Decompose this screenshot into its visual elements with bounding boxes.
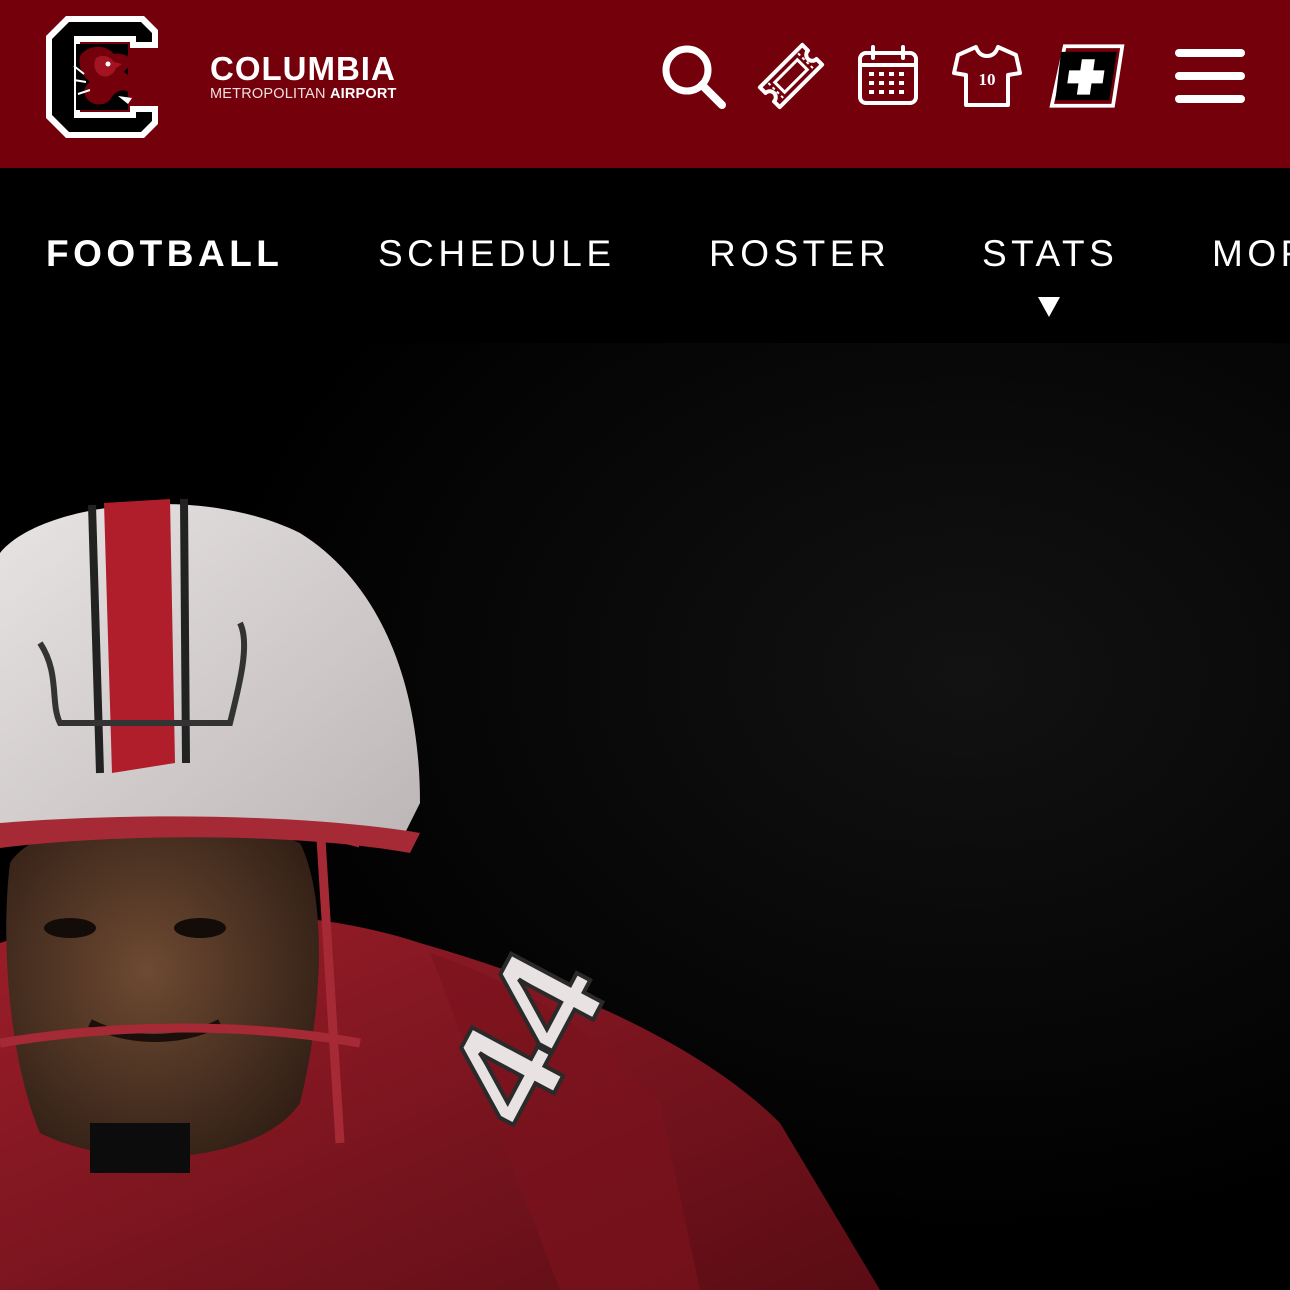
calendar-icon	[858, 45, 918, 105]
search-button[interactable]	[654, 36, 732, 116]
nav-roster[interactable]: ROSTER	[709, 232, 890, 276]
nav-football[interactable]: FOOTBALL	[46, 232, 283, 276]
calendar-button[interactable]	[849, 36, 927, 116]
jersey-icon: 10	[952, 45, 1022, 107]
sponsor-name: COLUMBIA	[210, 50, 396, 87]
ticket-icon	[757, 42, 825, 110]
sponsor-subtitle: METROPOLITAN AIRPORT	[210, 86, 397, 102]
shop-button[interactable]: 10	[948, 36, 1026, 116]
sponsor-logo[interactable]: COLUMBIA METROPOLITAN AIRPORT	[210, 50, 397, 103]
jersey-number: 10	[979, 70, 996, 89]
hero-player-photo: 44	[0, 343, 1290, 1290]
sponsor-sub-bold: AIRPORT	[329, 86, 397, 102]
menu-icon	[1175, 49, 1245, 103]
player-face	[6, 818, 319, 1157]
tickets-button[interactable]	[752, 36, 830, 116]
nav-stats[interactable]: STATS	[982, 232, 1118, 276]
chevron-down-icon[interactable]	[1037, 296, 1061, 318]
sponsor-sub-light: METROPOLITAN	[210, 86, 326, 102]
gamecock-c-logo[interactable]	[44, 14, 160, 140]
search-icon	[662, 45, 726, 109]
nav-schedule[interactable]: SCHEDULE	[378, 232, 616, 276]
top-header: COLUMBIA METROPOLITAN AIRPORT 10	[0, 0, 1290, 168]
sec-network-plus-icon	[1049, 44, 1125, 108]
menu-button[interactable]	[1170, 36, 1250, 116]
nav-more[interactable]: MORE	[1212, 232, 1290, 276]
sec-network-plus-button[interactable]	[1048, 36, 1126, 116]
